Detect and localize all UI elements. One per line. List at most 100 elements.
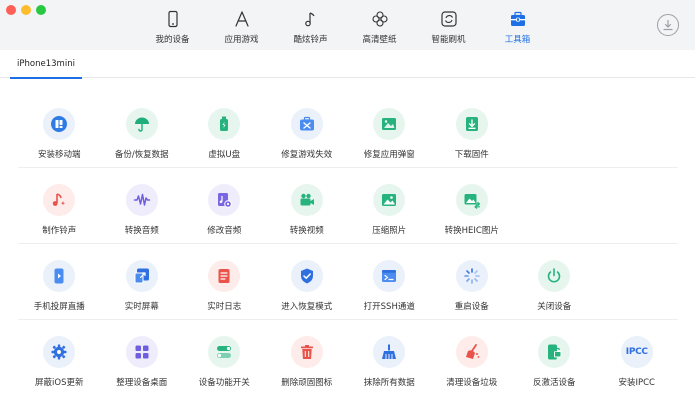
nav-my-device[interactable]: 我的设备 [138, 0, 207, 50]
tools-row: 制作铃声 转换音频 修改音频 转换视频 压缩照片 转换HEIC图片 [18, 168, 678, 244]
nav-wallpapers[interactable]: 高清壁纸 [345, 0, 414, 50]
tool-label: 修改音频 [207, 226, 242, 236]
nav-label: 应用游戏 [224, 35, 259, 45]
tool-label: 转换音频 [124, 226, 159, 236]
flower-icon [371, 11, 388, 27]
music-note-icon [304, 12, 315, 27]
tool-clean-junk[interactable]: 清理设备垃圾 [431, 320, 514, 396]
tool-convert-heic[interactable]: 转换HEIC图片 [431, 168, 514, 243]
tool-label: 设备功能开关 [198, 378, 250, 388]
tool-realtime-log[interactable]: 实时日志 [183, 244, 266, 319]
tools-row: 屏蔽iOS更新 整理设备桌面 设备功能开关 删除顽固图标 抹除所有数据 清理设备… [18, 320, 678, 396]
tool-download-firmware[interactable]: 下载固件 [431, 92, 514, 167]
tool-realtime-screen[interactable]: 实时屏幕 [101, 244, 184, 319]
tool-restart-device[interactable]: 重启设备 [431, 244, 514, 319]
tool-label: 压缩照片 [372, 226, 407, 236]
image-repair-icon [373, 108, 406, 140]
tool-label: 手机投屏直播 [33, 302, 85, 312]
tool-fix-game[interactable]: 修复游戏失效 [266, 92, 349, 167]
nav-toolbox[interactable]: 工具箱 [483, 0, 552, 50]
video-camera-icon [290, 184, 323, 216]
nav-apps-games[interactable]: 应用游戏 [207, 0, 276, 50]
tool-fix-popup[interactable]: 修复应用弹窗 [348, 92, 431, 167]
trash-icon [290, 336, 323, 368]
toggle-switch-icon [208, 336, 241, 368]
tool-feature-switch[interactable]: 设备功能开关 [183, 320, 266, 396]
mobile-app-icon [43, 108, 76, 140]
tool-label: 关闭设备 [537, 302, 572, 312]
tool-virtual-usb[interactable]: 虚拟U盘 [183, 92, 266, 167]
grid-apps-icon [125, 336, 158, 368]
tools-grid: 安装移动端 备份/恢复数据 虚拟U盘 修复游戏失效 修复应用弹窗 下载固件 制作… [18, 92, 678, 396]
tool-delete-icon[interactable]: 删除顽固图标 [266, 320, 349, 396]
tool-shutdown-device[interactable]: 关闭设备 [513, 244, 596, 319]
tool-label: 制作铃声 [42, 226, 77, 236]
tool-label: 抹除所有数据 [363, 378, 415, 388]
ipcc-icon: IPCC [620, 336, 653, 368]
phone-unlock-icon [538, 336, 571, 368]
tool-install-mobile[interactable]: 安装移动端 [18, 92, 101, 167]
tool-edit-audio[interactable]: 修改音频 [183, 168, 266, 243]
audio-file-edit-icon [208, 184, 241, 216]
phone-icon [167, 10, 178, 28]
tool-label: 转换HEIC图片 [444, 226, 499, 236]
tool-label: 进入恢复模式 [281, 302, 333, 312]
tool-convert-audio[interactable]: 转换音频 [101, 168, 184, 243]
tool-label: 屏蔽iOS更新 [35, 378, 84, 388]
ringtone-icon [43, 184, 76, 216]
maximize-window-button[interactable] [36, 5, 46, 15]
repair-toolbox-icon [290, 108, 323, 140]
nav-smart-flash[interactable]: 智能刷机 [414, 0, 483, 50]
download-manager-button[interactable] [657, 14, 679, 36]
tool-label: 删除顽固图标 [281, 378, 333, 388]
device-tab-bar: iPhone13mini [0, 50, 695, 79]
realtime-screen-icon [125, 260, 158, 292]
toolbox-icon [510, 11, 525, 26]
tool-label: 整理设备桌面 [116, 378, 168, 388]
download-icon [663, 19, 673, 31]
app-store-icon [234, 11, 249, 27]
tool-make-ringtone[interactable]: 制作铃声 [18, 168, 101, 243]
broom-icon [373, 336, 406, 368]
refresh-icon [440, 11, 457, 27]
tool-label: 反激活设备 [532, 378, 576, 388]
tool-screen-cast[interactable]: 手机投屏直播 [18, 244, 101, 319]
tool-label: 实时日志 [207, 302, 242, 312]
top-bar: 我的设备 应用游戏 酷炫铃声 高清壁纸 智能刷机 工具箱 [0, 0, 695, 50]
tool-deactivate-device[interactable]: 反激活设备 [513, 320, 596, 396]
usb-drive-icon [208, 108, 241, 140]
tool-open-ssh[interactable]: 打开SSH通道 [348, 244, 431, 319]
cleanup-icon [455, 336, 488, 368]
tool-label: 安装IPCC [618, 378, 655, 388]
minimize-window-button[interactable] [21, 5, 31, 15]
nav-ringtones[interactable]: 酷炫铃声 [276, 0, 345, 50]
nav-label: 智能刷机 [431, 35, 466, 45]
tool-label: 备份/恢复数据 [114, 150, 169, 160]
tool-erase-data[interactable]: 抹除所有数据 [348, 320, 431, 396]
main-nav: 我的设备 应用游戏 酷炫铃声 高清壁纸 智能刷机 工具箱 [138, 0, 552, 50]
power-icon [538, 260, 571, 292]
device-tab[interactable]: iPhone13mini [10, 50, 82, 79]
tool-block-ios-update[interactable]: 屏蔽iOS更新 [18, 320, 101, 396]
log-icon [208, 260, 241, 292]
tool-install-ipcc[interactable]: IPCC 安装IPCC [596, 320, 679, 396]
tool-label: 实时屏幕 [124, 302, 159, 312]
tool-label: 下载固件 [454, 150, 489, 160]
terminal-icon [373, 260, 406, 292]
tool-label: 修复游戏失效 [281, 150, 333, 160]
window-controls [6, 5, 46, 15]
tool-compress-photo[interactable]: 压缩照片 [348, 168, 431, 243]
tool-recovery-mode[interactable]: 进入恢复模式 [266, 244, 349, 319]
nav-label: 酷炫铃声 [293, 35, 328, 45]
audio-wave-icon [125, 184, 158, 216]
close-window-button[interactable] [6, 5, 16, 15]
tool-backup-restore[interactable]: 备份/恢复数据 [101, 92, 184, 167]
tool-label: 重启设备 [454, 302, 489, 312]
photo-icon [373, 184, 406, 216]
tool-label: 转换视频 [289, 226, 324, 236]
tool-label: 打开SSH通道 [363, 302, 415, 312]
nav-label: 我的设备 [155, 35, 190, 45]
tool-organize-desktop[interactable]: 整理设备桌面 [101, 320, 184, 396]
tool-convert-video[interactable]: 转换视频 [266, 168, 349, 243]
screen-cast-icon [43, 260, 76, 292]
